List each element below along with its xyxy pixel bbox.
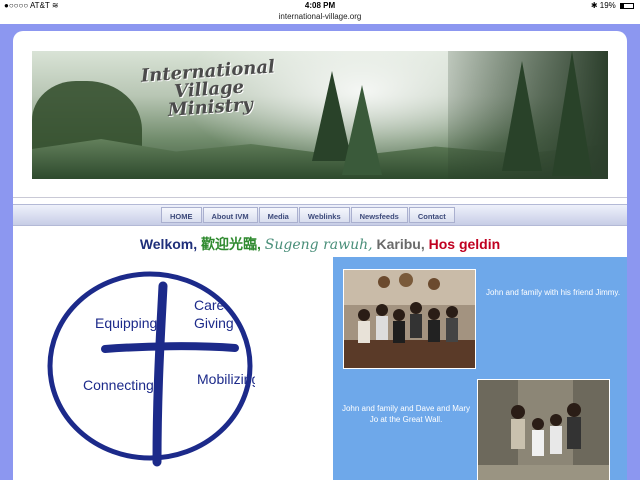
nav-contact[interactable]: Contact	[408, 207, 455, 223]
caption-great-wall: John and family and Dave and Mary Jo at …	[341, 404, 471, 424]
greeting-swahili: Karibu,	[376, 236, 425, 252]
nav-about[interactable]: About IVM	[202, 207, 258, 223]
logo-cross-vertical	[152, 281, 168, 467]
header-banner: International Village Ministry	[32, 51, 608, 179]
battery-status: ✱ 19%	[591, 1, 634, 10]
logo-care: Care	[194, 297, 225, 313]
ministry-cross-logo: Equipping Care Giving Connecting Mobiliz…	[47, 271, 255, 467]
caption-jimmy: John and family with his friend Jimmy.	[485, 288, 621, 297]
status-bar: ●○○○○ AT&T ≋ 4:08 PM ✱ 19%	[0, 0, 640, 12]
welcome-greeting: Welkom, 歡迎光臨, Sugeng rawuh, Karibu, Hos …	[13, 234, 627, 254]
nav-items: HOME About IVM Media Weblinks Newsfeeds …	[161, 207, 456, 223]
great-wall-photo[interactable]	[477, 379, 610, 480]
logo-giving: Giving	[194, 315, 234, 331]
site-container: International Village Ministry HOME Abou…	[13, 31, 627, 480]
logo-cross-horizontal	[101, 342, 239, 353]
photo-panel: John and family with his friend Jimmy. J…	[333, 257, 627, 480]
greeting-dutch: Welkom,	[139, 236, 198, 252]
family-photo-jimmy[interactable]	[343, 269, 476, 369]
battery-percent: 19%	[599, 1, 616, 10]
logo-mobilizing: Mobilizing	[197, 371, 255, 387]
main-nav: HOME About IVM Media Weblinks Newsfeeds …	[13, 204, 627, 226]
address-bar[interactable]: international-village.org	[0, 12, 640, 24]
nav-weblinks[interactable]: Weblinks	[298, 207, 350, 223]
nav-media[interactable]: Media	[258, 207, 298, 223]
logo-connecting: Connecting	[83, 377, 154, 393]
greeting-chinese: 歡迎光臨,	[201, 236, 261, 252]
url-text: international-village.org	[278, 12, 362, 21]
nav-newsfeeds[interactable]: Newsfeeds	[350, 207, 408, 223]
greeting-javanese: Sugeng rawuh,	[264, 237, 373, 253]
battery-icon	[620, 2, 634, 9]
greeting-turkish: Hos geldin	[428, 236, 501, 252]
clock: 4:08 PM	[304, 1, 336, 10]
nav-home[interactable]: HOME	[161, 207, 202, 223]
logo-equipping: Equipping	[95, 315, 157, 331]
divider	[13, 197, 627, 198]
site-logo-title[interactable]: International Village Ministry	[140, 56, 278, 121]
bluetooth-icon: ✱	[590, 1, 598, 10]
